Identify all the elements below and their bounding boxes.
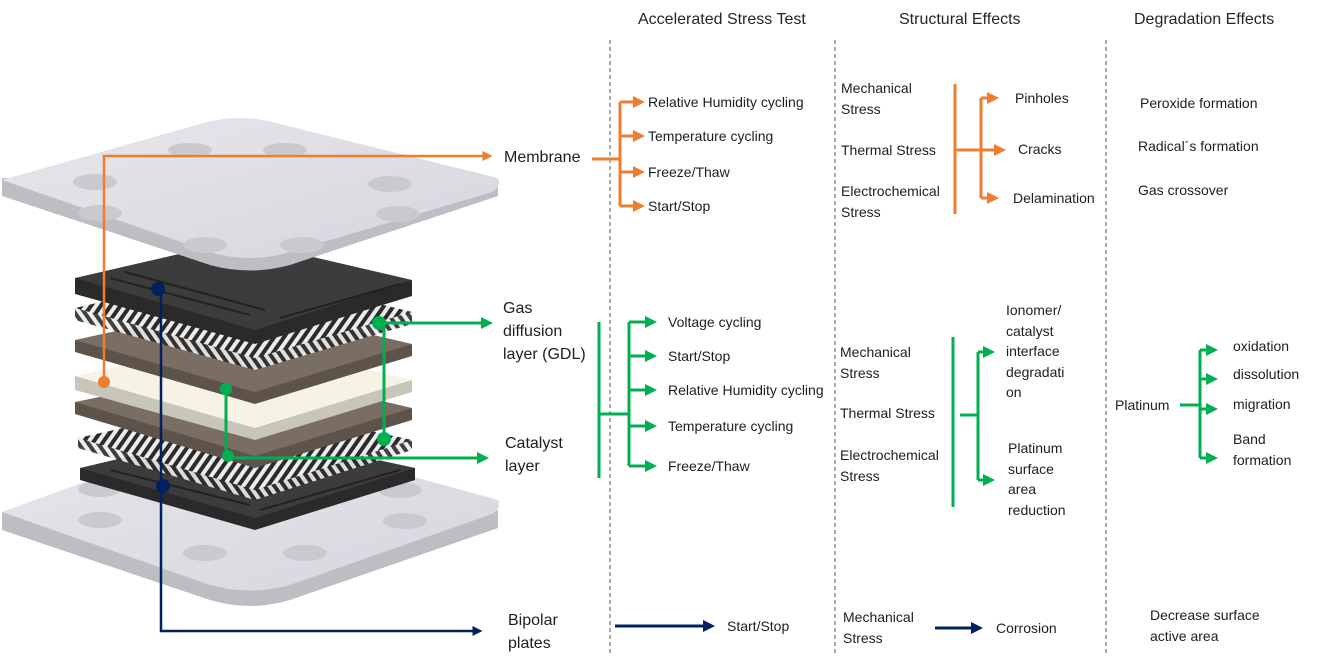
membrane-stress-item: Electrochemical Stress <box>841 181 940 222</box>
header-accelerated-stress-test: Accelerated Stress Test <box>638 11 806 28</box>
membrane-ast-item: Relative Humidity cycling <box>648 94 804 110</box>
stress-line: Stress <box>843 629 883 646</box>
stress-line: Electrochemical <box>841 183 940 199</box>
membrane-degradation-item: Gas crossover <box>1138 182 1229 198</box>
component-label-bipolar: Bipolar plates <box>508 609 558 655</box>
component-label-membrane: Membrane <box>504 149 581 166</box>
membrane-structural-item: Pinholes <box>1015 90 1069 106</box>
gdl-catalyst-structural-branch <box>951 337 995 507</box>
bipolar-label-line: plates <box>508 635 551 652</box>
membrane-degradation-item: Peroxide formation <box>1140 95 1258 111</box>
degradation-line: formation <box>1233 451 1292 468</box>
component-label-catalyst: Catalyst layer <box>505 432 563 478</box>
membrane-ast-item: Temperature cycling <box>648 128 774 144</box>
platinum-degradation-source: Platinum <box>1115 397 1170 413</box>
platinum-degradation-item: migration <box>1233 396 1291 412</box>
platinum-degradation-item: oxidation <box>1233 338 1290 354</box>
gdl-label-line: layer (GDL) <box>503 346 586 363</box>
degradation-line: active area <box>1150 627 1219 644</box>
fuel-cell-degradation-diagram: Accelerated Stress Test Structural Effec… <box>0 0 1320 666</box>
gdl-catalyst-stress-item: Thermal Stress <box>840 405 935 421</box>
structural-line: Platinum <box>1008 440 1063 456</box>
stress-line: Electrochemical <box>840 447 939 463</box>
gdl-catalyst-stress-item: Electrochemical Stress <box>840 445 939 486</box>
header-degradation-effects: Degradation Effects <box>1134 11 1275 28</box>
top-end-plate <box>2 118 500 271</box>
gdl-catalyst-ast-branch <box>597 316 657 478</box>
gdl-catalyst-ast-item: Voltage cycling <box>668 314 762 330</box>
stress-line: Stress <box>841 203 881 220</box>
bipolar-stress-item: Mechanical Stress <box>843 607 914 648</box>
membrane-structural-branch <box>953 84 1006 214</box>
bipolar-arrows <box>615 620 983 634</box>
structural-line: area <box>1008 481 1037 497</box>
header-structural-effects: Structural Effects <box>899 11 1021 28</box>
gdl-label-line: Gas <box>503 300 533 317</box>
stress-line: Stress <box>840 467 880 484</box>
membrane-structural-item: Cracks <box>1018 141 1062 157</box>
gdl-catalyst-stress-item: Mechanical Stress <box>840 342 911 383</box>
membrane-degradation-item: Radical´s formation <box>1138 138 1259 154</box>
membrane-ast-item: Freeze/Thaw <box>648 164 730 180</box>
degradation-line: Band <box>1233 431 1266 447</box>
stress-line: Mechanical <box>841 80 912 96</box>
gdl-catalyst-ast-item: Temperature cycling <box>668 418 794 434</box>
stress-line: Mechanical <box>843 609 914 625</box>
membrane-stress-item: Mechanical Stress <box>841 78 912 119</box>
structural-line: catalyst <box>1006 322 1054 339</box>
catalyst-label-line: Catalyst <box>505 435 563 452</box>
structural-line: surface <box>1008 460 1054 477</box>
gdl-catalyst-ast-item: Start/Stop <box>668 348 731 364</box>
platinum-degradation-branch <box>1180 344 1218 464</box>
platinum-degradation-item: Band formation <box>1233 429 1291 470</box>
bipolar-degradation-item: Decrease surface active area <box>1150 605 1260 646</box>
catalyst-label-line: layer <box>505 458 540 475</box>
gdl-catalyst-structural-item: Ionomer/ catalyst interface degradati on <box>1006 300 1064 403</box>
membrane-ast-item: Start/Stop <box>648 198 711 214</box>
gdl-catalyst-ast-item: Relative Humidity cycling <box>668 382 824 398</box>
stress-line: Mechanical <box>840 344 911 360</box>
membrane-structural-item: Delamination <box>1013 190 1095 206</box>
degradation-line: Decrease surface <box>1150 607 1260 623</box>
stress-line: Stress <box>841 100 881 117</box>
structural-line: degradati <box>1006 363 1065 380</box>
bipolar-structural-item: Corrosion <box>996 620 1057 636</box>
gdl-label-line: diffusion <box>503 323 563 340</box>
membrane-ast-branch <box>592 96 645 212</box>
structural-line: interface <box>1006 343 1060 359</box>
structural-line: reduction <box>1008 501 1066 518</box>
membrane-stress-item: Thermal Stress <box>841 142 936 158</box>
bipolar-label-line: Bipolar <box>508 612 558 629</box>
platinum-degradation-item: dissolution <box>1233 366 1300 382</box>
gdl-catalyst-structural-item: Platinum surface area reduction <box>1008 438 1066 520</box>
gdl-catalyst-ast-item: Freeze/Thaw <box>668 458 750 474</box>
bipolar-ast-item: Start/Stop <box>727 618 790 634</box>
structural-line: on <box>1006 384 1022 400</box>
stress-line: Stress <box>840 364 880 381</box>
structural-line: Ionomer/ <box>1006 302 1062 318</box>
component-label-gdl: Gas diffusion layer (GDL) <box>503 297 586 366</box>
